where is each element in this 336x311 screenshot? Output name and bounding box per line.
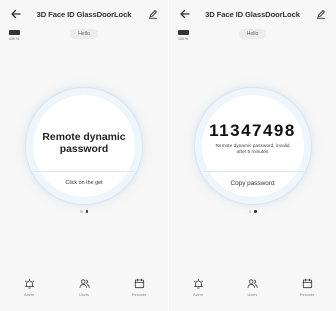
tab-users[interactable]: Users <box>69 277 99 297</box>
panel-title: Remote dynamic password <box>42 131 126 156</box>
copy-password-label: Copy password <box>230 180 275 187</box>
battery-icon <box>178 30 189 35</box>
tab-label: Alarm <box>24 293 34 297</box>
get-password-button[interactable]: Click on the get <box>33 171 135 197</box>
get-password-label: Click on the get <box>65 180 103 186</box>
dynamic-password-code: 11347498 <box>209 120 296 140</box>
page-dot[interactable] <box>248 210 251 213</box>
app-screen-request: 3D Face ID GlassDoorLock 100 % Hello Rem… <box>0 0 168 311</box>
battery-status: 100 % <box>9 30 25 41</box>
bottom-tab-bar: Alarm Users Records <box>0 277 168 297</box>
page-title: 3D Face ID GlassDoorLock <box>36 9 132 19</box>
tab-label: Records <box>299 293 315 297</box>
page-indicator <box>248 210 257 213</box>
greeting-badge: Hello <box>238 29 267 39</box>
page-dot[interactable] <box>80 210 83 213</box>
back-arrow-icon <box>11 9 21 19</box>
bottom-tab-bar: Alarm Users Records <box>169 277 336 297</box>
page-indicator <box>80 210 88 213</box>
header: 3D Face ID GlassDoorLock <box>0 6 168 22</box>
users-icon <box>247 277 259 289</box>
tab-label: Users <box>247 293 258 297</box>
app-screen-password: 3D Face ID GlassDoorLock 100 % Hello 113… <box>168 0 336 311</box>
tab-label: Users <box>79 293 89 297</box>
copy-password-button[interactable]: Copy password <box>201 171 304 197</box>
users-icon <box>78 277 90 289</box>
back-button[interactable] <box>8 6 24 22</box>
battery-icon <box>9 30 20 35</box>
battery-percent: 100 % <box>9 37 20 41</box>
tab-label: Alarm <box>193 293 203 297</box>
battery-percent: 100 % <box>178 37 189 41</box>
alarm-icon <box>23 277 35 289</box>
tab-users[interactable]: Users <box>238 277 268 297</box>
page-title: 3D Face ID GlassDoorLock <box>205 9 300 19</box>
tab-alarm[interactable]: Alarm <box>183 277 213 297</box>
header: 3D Face ID GlassDoorLock <box>169 6 336 22</box>
records-icon <box>133 277 145 289</box>
password-panel: 11347498 Remote dynamic password, invali… <box>194 88 311 204</box>
battery-status: 100 % <box>178 30 194 41</box>
edit-button[interactable] <box>146 7 160 21</box>
pencil-icon <box>149 9 158 19</box>
edit-button[interactable] <box>314 7 328 21</box>
records-icon <box>301 277 313 289</box>
tab-alarm[interactable]: Alarm <box>14 277 44 297</box>
greeting-badge: Hello <box>70 29 98 39</box>
back-arrow-icon <box>180 9 190 19</box>
alarm-icon <box>192 277 204 289</box>
password-panel: Remote dynamic password Click on the get <box>26 88 142 204</box>
page-dot-active[interactable] <box>254 210 257 213</box>
screenshot-stage: 3D Face ID GlassDoorLock 100 % Hello Rem… <box>0 0 336 311</box>
back-button[interactable] <box>177 6 193 22</box>
pencil-icon <box>317 9 326 19</box>
tab-records[interactable]: Records <box>292 277 322 297</box>
tab-records[interactable]: Records <box>124 277 154 297</box>
password-validity-note: Remote dynamic password, invalid after 5… <box>215 143 290 155</box>
page-dot-active[interactable] <box>85 210 88 213</box>
tab-label: Records <box>131 293 147 297</box>
